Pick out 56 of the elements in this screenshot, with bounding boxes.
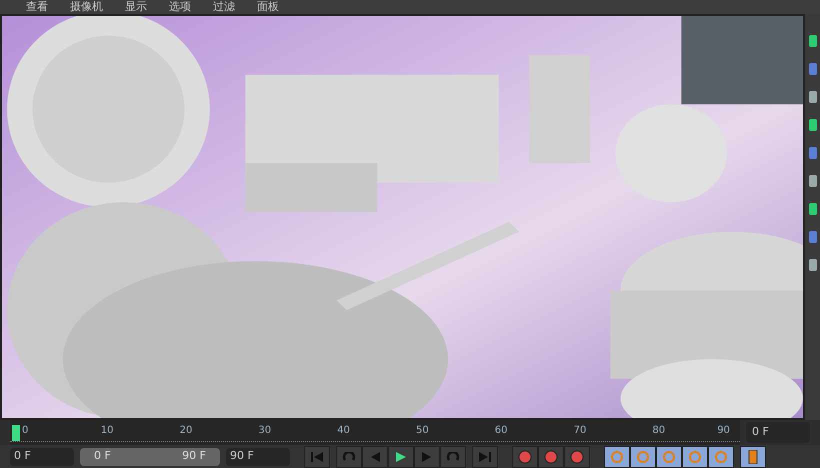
tool-icon[interactable]	[808, 118, 818, 132]
tool-icon[interactable]	[808, 90, 818, 104]
start-frame-field[interactable]: 0 F	[10, 448, 74, 466]
tool-icon[interactable]	[808, 146, 818, 160]
key-mode-icon	[636, 450, 650, 464]
step-back-icon	[369, 452, 381, 462]
timeline-ruler[interactable]: 0 10 20 30 40 50 60 70 80 90	[10, 420, 740, 445]
key-mode-button[interactable]	[656, 446, 682, 468]
play-icon	[395, 452, 407, 462]
menu-item[interactable]: 显示	[125, 1, 147, 13]
key-mode-icon	[688, 450, 702, 464]
preview-range-field[interactable]: 0 F 90 F	[80, 448, 220, 466]
record-button[interactable]	[564, 446, 590, 468]
frame-label: 30	[258, 425, 272, 437]
menu-item[interactable]: 过滤	[213, 1, 235, 13]
end-frame-field[interactable]: 90 F	[226, 448, 290, 466]
step-forward-icon	[421, 452, 433, 462]
key-mode-button[interactable]	[708, 446, 734, 468]
tool-icon[interactable]	[808, 230, 818, 244]
skip-forward-icon	[479, 452, 491, 462]
key-mode-icon	[662, 450, 676, 464]
key-mode-button[interactable]	[604, 446, 630, 468]
tool-icon[interactable]	[808, 202, 818, 216]
record-button[interactable]	[512, 446, 538, 468]
timeline-button[interactable]	[740, 446, 766, 468]
skip-back-icon	[311, 452, 323, 462]
current-frame-field[interactable]: 0 F	[746, 422, 810, 443]
record-button[interactable]	[538, 446, 564, 468]
frame-label: 40	[337, 425, 350, 437]
key-mode-icon	[610, 450, 624, 464]
menu-item[interactable]: 选项	[169, 1, 191, 13]
frame-label: 60	[494, 425, 508, 437]
tool-icon[interactable]	[808, 174, 818, 188]
key-mode-button[interactable]	[682, 446, 708, 468]
frame-label: 0	[22, 425, 28, 437]
key-mode-icon	[714, 450, 728, 464]
menu-item[interactable]: 摄像机	[70, 1, 103, 13]
tool-icon[interactable]	[808, 34, 818, 48]
menu-item[interactable]: 查看	[26, 1, 48, 13]
key-mode-button[interactable]	[630, 446, 656, 468]
play-button[interactable]	[388, 446, 414, 468]
frame-label: 70	[574, 425, 586, 437]
film-icon	[748, 450, 758, 464]
frame-label: 10	[100, 425, 114, 437]
record-icon	[544, 450, 558, 464]
menu-item[interactable]: 面板	[257, 1, 279, 13]
frame-label: 90	[717, 425, 730, 437]
range-end: 90 F	[182, 448, 206, 464]
frame-label: 20	[180, 425, 192, 437]
record-icon	[518, 450, 532, 464]
frame-label: 80	[652, 425, 666, 437]
frame-label: 50	[416, 425, 429, 437]
record-icon	[570, 450, 584, 464]
tool-icon[interactable]	[808, 258, 818, 272]
tool-icon[interactable]	[808, 62, 818, 76]
range-start: 0 F	[94, 448, 111, 464]
